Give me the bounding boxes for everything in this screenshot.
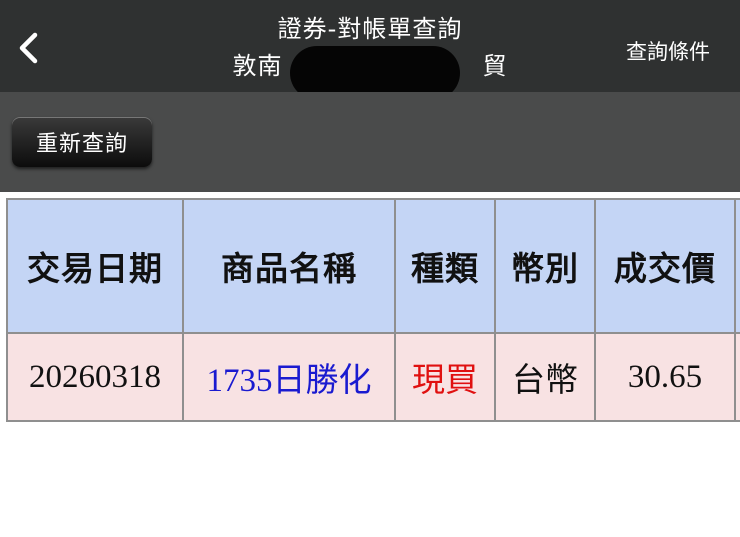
- table-row[interactable]: 20260318 1735日勝化 現買 台幣 30.65: [6, 332, 740, 422]
- product-code: 1735: [206, 363, 273, 399]
- table-header-row: 交易日期 商品名稱 種類 幣別 成交價: [6, 198, 740, 334]
- page: 證券-對帳單查詢 敦南 貿 查詢條件 重新查詢 交易日期 商品名稱 種類 幣別 成…: [0, 0, 740, 537]
- header-trade-date: 交易日期: [6, 198, 184, 334]
- header-price: 成交價: [594, 198, 736, 334]
- cell-overflow: [734, 332, 740, 422]
- chevron-left-icon: [19, 32, 38, 64]
- toolbar: 重新查詢: [0, 92, 740, 192]
- results-area: 交易日期 商品名稱 種類 幣別 成交價 20260318 1735日勝化 現買 …: [0, 192, 740, 537]
- cell-currency: 台幣: [494, 332, 596, 422]
- subtitle-prefix: 敦南: [232, 52, 283, 80]
- requery-button[interactable]: 重新查詢: [12, 117, 152, 167]
- page-title: 證券-對帳單查詢: [277, 15, 463, 43]
- subtitle-suffix: 貿: [482, 52, 508, 80]
- results-table: 交易日期 商品名稱 種類 幣別 成交價 20260318 1735日勝化 現買 …: [6, 198, 740, 422]
- cell-price: 30.65: [594, 332, 736, 422]
- product-name: 日勝化: [272, 360, 372, 399]
- back-button[interactable]: [10, 28, 46, 68]
- header-type: 種類: [394, 198, 496, 334]
- cell-product-name: 1735日勝化: [182, 332, 396, 422]
- header-product-name: 商品名稱: [182, 198, 396, 334]
- cell-trade-date: 20260318: [6, 332, 184, 422]
- query-conditions-button[interactable]: 查詢條件: [626, 36, 710, 66]
- cell-type: 現買: [394, 332, 496, 422]
- header-currency: 幣別: [494, 198, 596, 334]
- header-overflow: [734, 198, 740, 334]
